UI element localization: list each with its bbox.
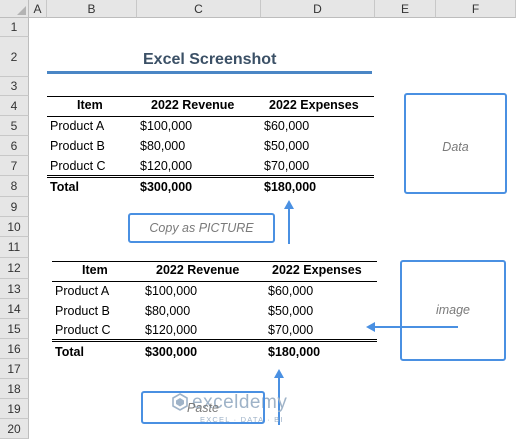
column-header-b[interactable]: B [47, 0, 137, 18]
paste-box[interactable]: Paste [141, 391, 265, 424]
table-top-border [47, 96, 374, 97]
row-header-18[interactable]: 18 [0, 379, 29, 399]
image-callout-label: image [435, 303, 471, 317]
table-cell[interactable]: $120,000 [140, 159, 192, 173]
picture-total-expenses: $180,000 [268, 345, 321, 359]
select-all-corner[interactable] [0, 0, 29, 18]
picture-cell: Product C [55, 323, 111, 337]
table-header-revenue: 2022 Revenue [151, 98, 235, 112]
data-callout-box: Data [404, 93, 507, 194]
picture-total-revenue: $300,000 [145, 345, 198, 359]
column-header-a[interactable]: A [29, 0, 47, 18]
table-cell[interactable]: $60,000 [264, 119, 309, 133]
left-arrow-icon [366, 322, 458, 332]
picture-cell: Product B [55, 304, 110, 318]
row-header-13[interactable]: 13 [0, 279, 29, 299]
row-header-9[interactable]: 9 [0, 197, 29, 217]
table-cell[interactable]: $70,000 [264, 159, 309, 173]
table-cell[interactable]: Product C [50, 159, 106, 173]
row-header-4[interactable]: 4 [0, 96, 29, 116]
row-header-7[interactable]: 7 [0, 156, 29, 176]
picture-total-double-border [52, 339, 377, 342]
column-header-c[interactable]: C [137, 0, 261, 18]
picture-cell: $60,000 [268, 284, 314, 298]
picture-cell: Product A [55, 284, 110, 298]
up-arrow-icon [284, 200, 294, 244]
row-header-8[interactable]: 8 [0, 176, 29, 197]
row-header-2[interactable]: 2 [0, 37, 29, 77]
row-header-15[interactable]: 15 [0, 319, 29, 339]
row-header-1[interactable]: 1 [0, 18, 29, 37]
title-underline [47, 71, 372, 74]
total-label[interactable]: Total [50, 180, 79, 194]
picture-cell: $70,000 [268, 323, 314, 337]
row-header-5[interactable]: 5 [0, 116, 29, 136]
row-header-3[interactable]: 3 [0, 77, 29, 96]
image-callout-box: image [400, 260, 506, 361]
table-header-item: Item [77, 98, 103, 112]
picture-cell: $120,000 [145, 323, 198, 337]
picture-total-label: Total [55, 345, 84, 359]
picture-cell: $80,000 [145, 304, 191, 318]
total-expenses[interactable]: $180,000 [264, 180, 316, 194]
picture-top-border [52, 261, 377, 262]
table-cell[interactable]: $80,000 [140, 139, 185, 153]
picture-cell: $50,000 [268, 304, 314, 318]
row-header-12[interactable]: 12 [0, 258, 29, 279]
data-callout-label: Data [442, 140, 469, 154]
column-header-d[interactable]: D [261, 0, 375, 18]
picture-cell: $100,000 [145, 284, 198, 298]
row-header-11[interactable]: 11 [0, 237, 29, 258]
row-header-17[interactable]: 17 [0, 359, 29, 379]
total-double-border [47, 175, 374, 178]
table-cell[interactable]: Product B [50, 139, 105, 153]
table-header-expenses: 2022 Expenses [269, 98, 359, 112]
row-header-6[interactable]: 6 [0, 136, 29, 156]
table-cell[interactable]: $100,000 [140, 119, 192, 133]
copy-as-picture-label: Copy as PICTURE [149, 221, 254, 235]
row-header-10[interactable]: 10 [0, 217, 29, 237]
table-cell[interactable]: Product A [50, 119, 104, 133]
copy-as-picture-box[interactable]: Copy as PICTURE [128, 213, 275, 243]
row-header-19[interactable]: 19 [0, 399, 29, 419]
row-header-20[interactable]: 20 [0, 419, 29, 439]
picture-header-item: Item [82, 263, 108, 277]
paste-label: Paste [187, 401, 219, 415]
total-revenue[interactable]: $300,000 [140, 180, 192, 194]
row-header-16[interactable]: 16 [0, 339, 29, 359]
picture-header-revenue: 2022 Revenue [156, 263, 240, 277]
row-header-14[interactable]: 14 [0, 299, 29, 319]
sheet-title: Excel Screenshot [143, 51, 277, 68]
table-cell[interactable]: $50,000 [264, 139, 309, 153]
table-header-border [47, 116, 374, 117]
picture-header-expenses: 2022 Expenses [272, 263, 362, 277]
column-header-f[interactable]: F [436, 0, 516, 18]
picture-header-border [52, 281, 377, 282]
column-header-e[interactable]: E [375, 0, 436, 18]
